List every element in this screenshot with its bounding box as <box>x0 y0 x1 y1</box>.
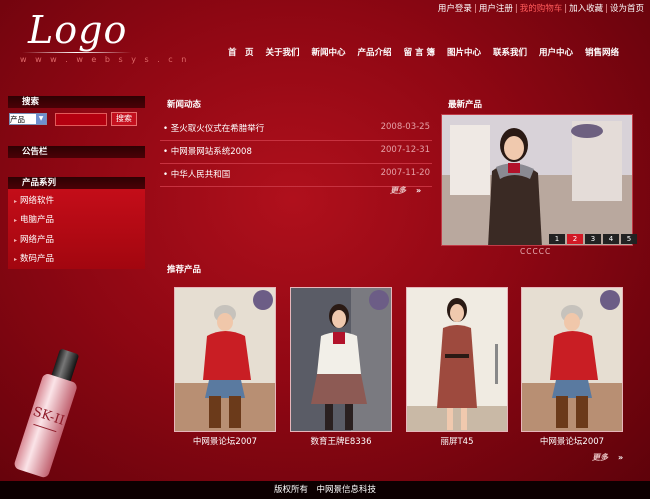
latest-caption: CCCCC <box>520 247 552 256</box>
search-row: 产品 ▼ 搜索 <box>9 112 137 126</box>
recommended-product-name[interactable]: 数育王牌E8336 <box>290 435 392 447</box>
news-item-date: 2007-11-20 <box>380 168 430 178</box>
product-photo <box>175 288 275 431</box>
double-arrow-icon: » <box>416 186 422 195</box>
product-photo <box>291 288 391 431</box>
main-nav: 首 页 关于我们 新闻中心 产品介绍 留 言 簿 图片中心 联系我们 用户中心 … <box>222 46 625 58</box>
nav-user[interactable]: 用户中心 <box>533 46 579 58</box>
news-title: 新闻动态 <box>167 100 202 110</box>
category-label: 电脑产品 <box>20 215 55 225</box>
nav-products[interactable]: 产品介绍 <box>352 46 398 58</box>
cosmetic-bottle-image: SK-II <box>14 349 79 478</box>
pager-button[interactable]: 4 <box>603 234 619 244</box>
chevron-down-icon[interactable]: ▼ <box>36 114 46 124</box>
footer-copyright: 版权所有 中网景信息科技 <box>0 481 650 499</box>
recommended-product-image[interactable] <box>521 287 623 432</box>
product-photo <box>407 288 507 431</box>
bullet-icon: ▸ <box>14 198 18 205</box>
news-item-title[interactable]: • 圣火取火仪式在希腊举行 <box>163 122 264 134</box>
news-item-date: 2007-12-31 <box>380 145 430 155</box>
recommended-product-name[interactable]: 丽屏T45 <box>406 435 508 447</box>
news-item-title[interactable]: • 中网景网站系统2008 <box>163 145 252 157</box>
news-row[interactable]: • 中网景网站系统2008 2007-12-31 <box>160 141 432 164</box>
pager-button-active[interactable]: 2 <box>567 234 583 244</box>
category-item[interactable]: ▸ 网络产品 <box>14 233 54 245</box>
top-links: 用户登录 | 用户注册 | 我的购物车 | 加入收藏 | 设为首页 <box>437 4 644 14</box>
product-photo <box>522 288 622 431</box>
recommended-more-link[interactable]: 更多» <box>592 452 623 463</box>
category-label: 网络软件 <box>20 196 55 206</box>
search-select-value: 产品 <box>10 114 25 124</box>
nav-pictures[interactable]: 图片中心 <box>441 46 487 58</box>
latest-title: 最新产品 <box>448 100 483 110</box>
category-title: 产品系列 <box>8 177 145 189</box>
search-category-select[interactable]: 产品 ▼ <box>9 113 47 125</box>
news-item-title[interactable]: • 中华人民共和国 <box>163 168 230 180</box>
logo-url: w w w . w e b s y s . c n <box>20 55 190 64</box>
category-item[interactable]: ▸ 网络软件 <box>14 194 54 206</box>
logo-divider <box>22 52 132 53</box>
bullet-icon: ▸ <box>14 237 18 244</box>
news-list: • 圣火取火仪式在希腊举行 2008-03-25 • 中网景网站系统2008 2… <box>160 118 432 187</box>
favorite-link[interactable]: 加入收藏 <box>569 4 603 14</box>
news-more-link[interactable]: 更多» <box>390 185 421 196</box>
nav-home[interactable]: 首 页 <box>222 46 260 58</box>
login-link[interactable]: 用户登录 <box>438 4 472 14</box>
news-item-date: 2008-03-25 <box>380 122 430 132</box>
recommended-product-image[interactable] <box>290 287 392 432</box>
register-link[interactable]: 用户注册 <box>479 4 513 14</box>
pager-button[interactable]: 1 <box>549 234 565 244</box>
nav-news[interactable]: 新闻中心 <box>306 46 352 58</box>
search-button[interactable]: 搜索 <box>111 112 137 126</box>
category-item[interactable]: ▸ 电脑产品 <box>14 213 54 225</box>
recommended-product-image[interactable] <box>174 287 276 432</box>
pager-button[interactable]: 3 <box>585 234 601 244</box>
model-photo <box>442 115 632 245</box>
nav-guestbook[interactable]: 留 言 簿 <box>398 46 441 58</box>
bullet-icon: ▸ <box>14 217 18 224</box>
nav-sales[interactable]: 销售网络 <box>579 46 625 58</box>
latest-pager: 1 2 3 4 5 <box>549 234 637 244</box>
search-title: 搜索 <box>8 96 145 108</box>
recommended-product-image[interactable] <box>406 287 508 432</box>
category-label: 网络产品 <box>20 235 55 245</box>
nav-about[interactable]: 关于我们 <box>260 46 306 58</box>
notice-title: 公告栏 <box>8 146 145 158</box>
recommended-title: 推荐产品 <box>167 265 202 275</box>
latest-product-image[interactable] <box>441 114 633 246</box>
recommended-product-name[interactable]: 中网景论坛2007 <box>521 435 623 447</box>
category-item[interactable]: ▸ 数码产品 <box>14 252 54 264</box>
category-list: ▸ 网络软件 ▸ 电脑产品 ▸ 网络产品 ▸ 数码产品 <box>8 189 145 269</box>
news-row[interactable]: • 圣火取火仪式在希腊举行 2008-03-25 <box>160 118 432 141</box>
double-arrow-icon: » <box>618 453 624 462</box>
nav-contact[interactable]: 联系我们 <box>487 46 533 58</box>
pager-button[interactable]: 5 <box>621 234 637 244</box>
recommended-product-name[interactable]: 中网景论坛2007 <box>174 435 276 447</box>
site-logo[interactable]: Logo <box>28 8 127 52</box>
search-input[interactable] <box>55 112 107 126</box>
bullet-icon: ▸ <box>14 256 18 263</box>
news-row[interactable]: • 中华人民共和国 2007-11-20 <box>160 164 432 187</box>
homepage-link[interactable]: 设为首页 <box>610 4 644 14</box>
cart-link[interactable]: 我的购物车 <box>520 4 563 14</box>
category-label: 数码产品 <box>20 254 55 264</box>
